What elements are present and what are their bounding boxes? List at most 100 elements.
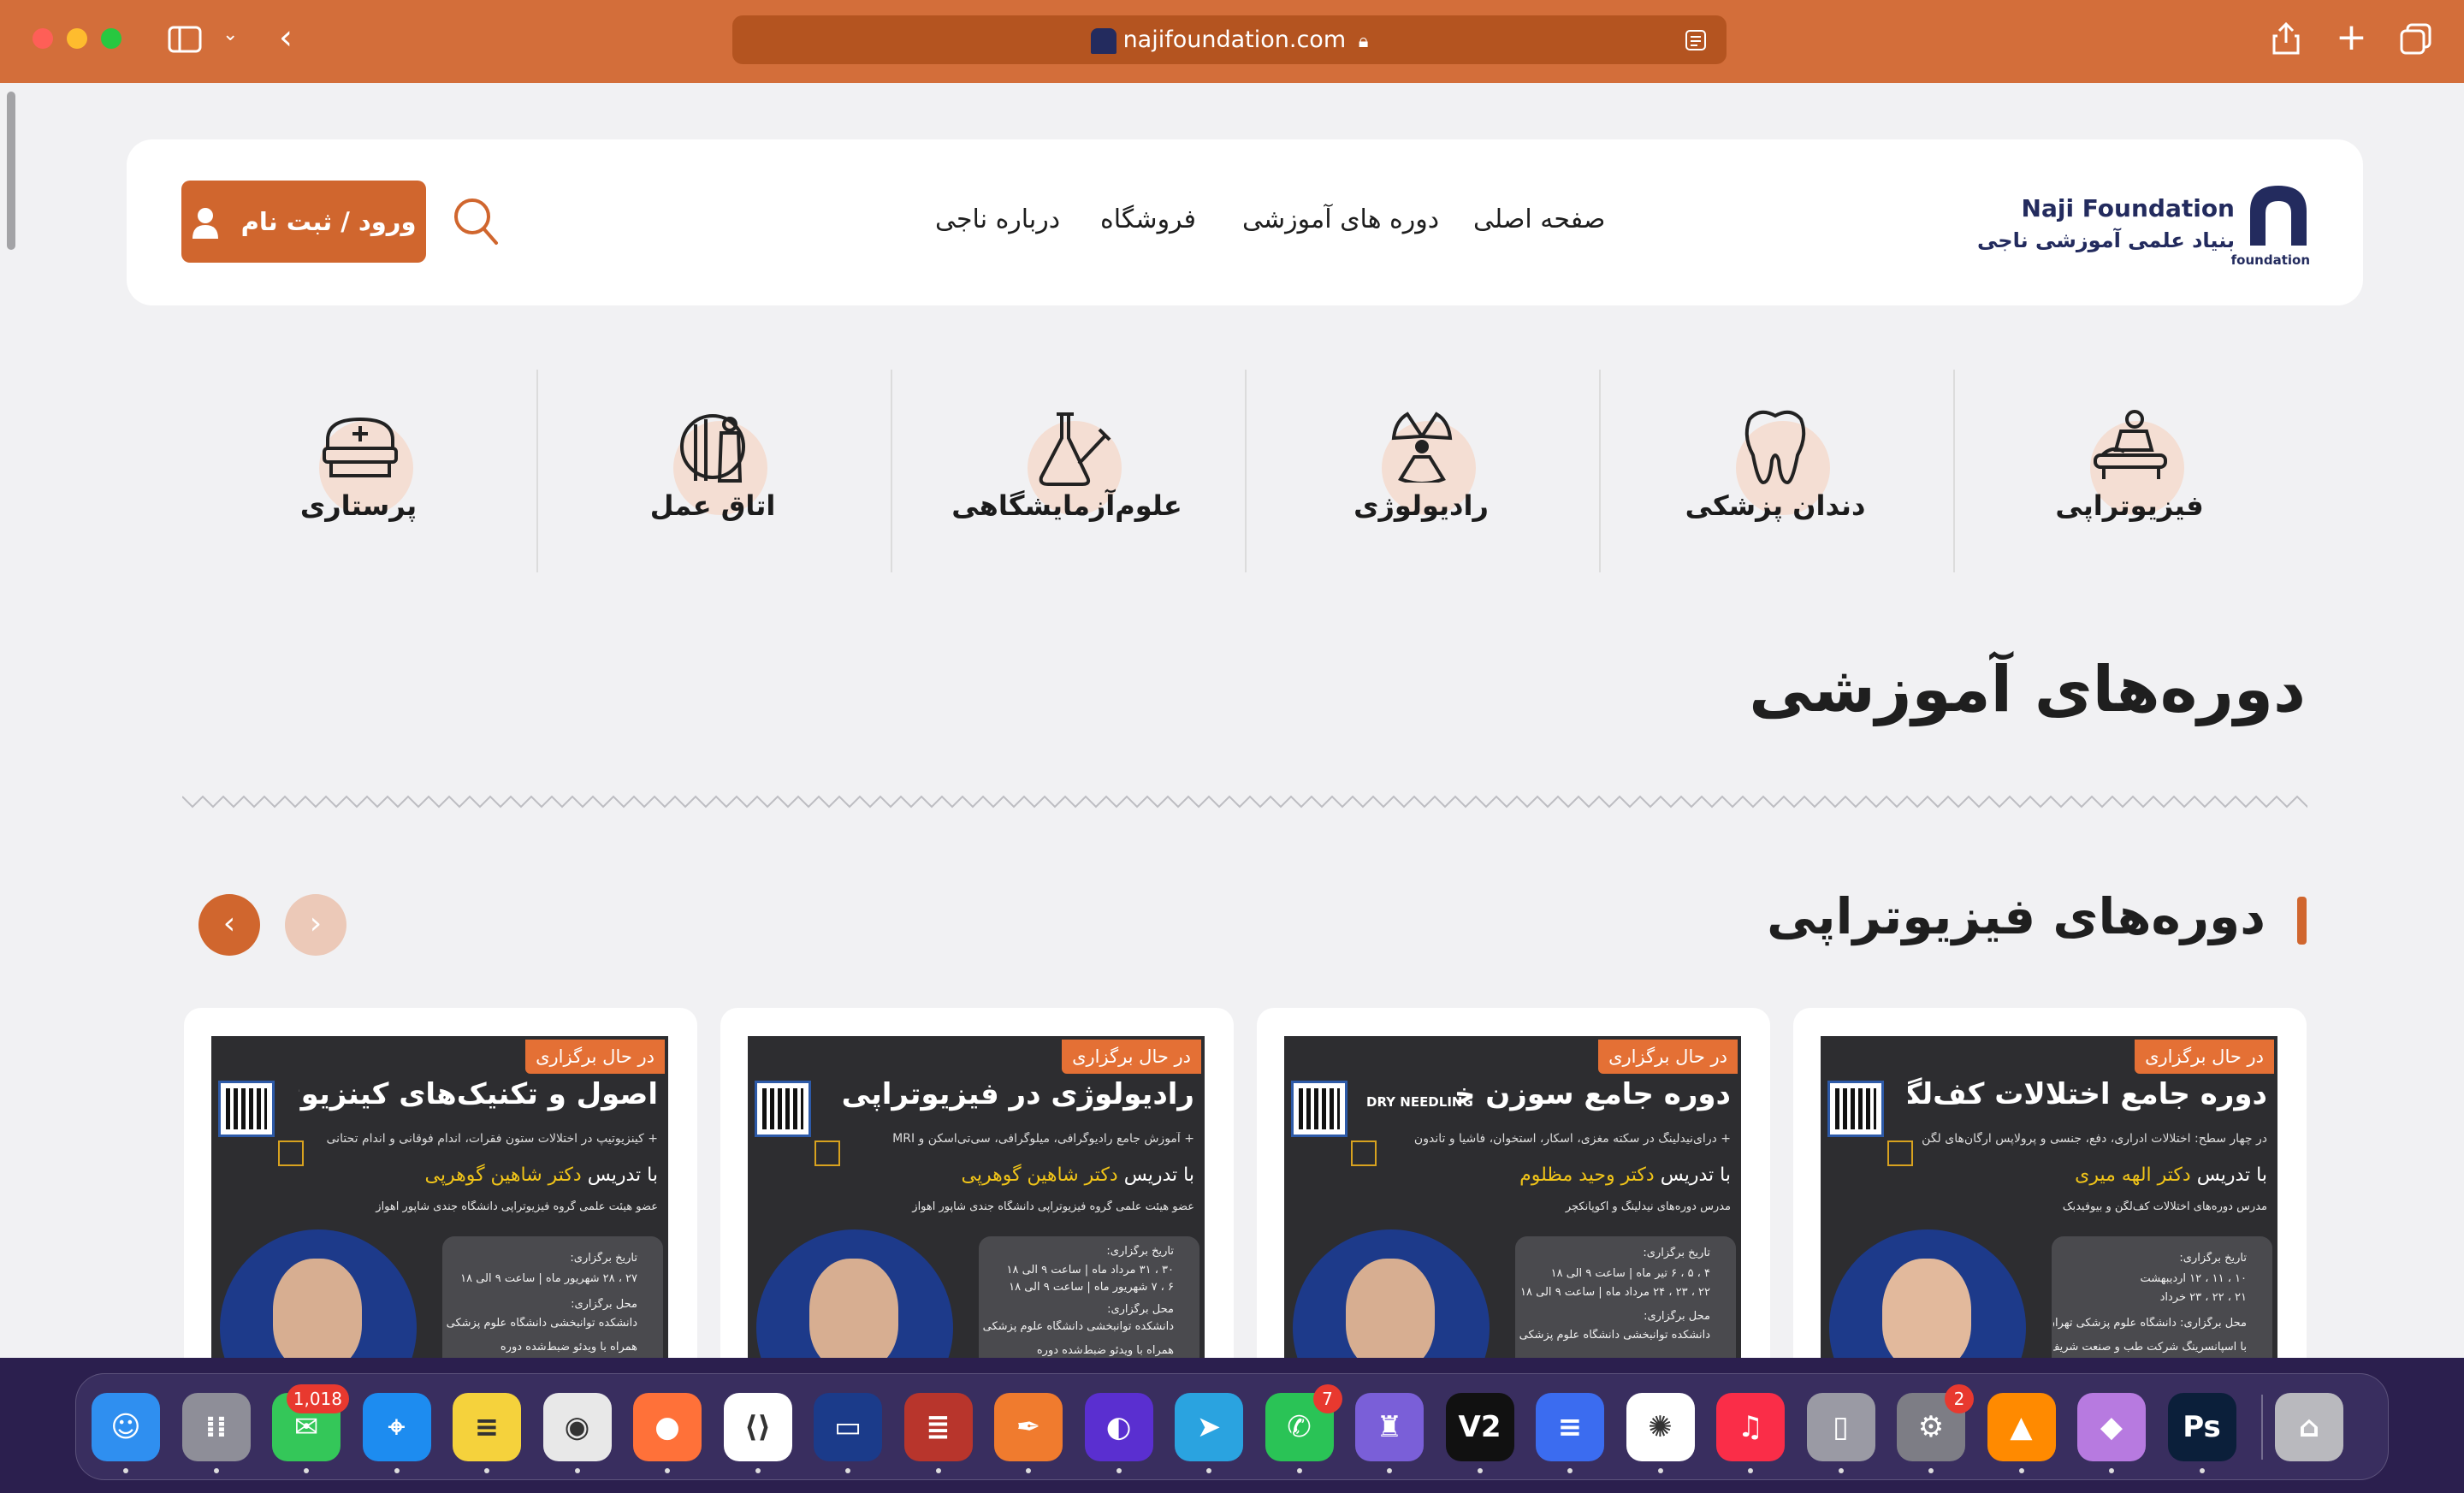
running-indicator xyxy=(123,1468,128,1473)
vpn-icon[interactable]: ♜ xyxy=(1355,1393,1424,1473)
firefox-glyph: ● xyxy=(654,1410,680,1444)
category-label: اتاق عمل xyxy=(649,489,776,522)
running-indicator xyxy=(394,1468,400,1473)
drop-app-icon[interactable]: ◆ xyxy=(2077,1393,2146,1473)
category-operating-room[interactable]: اتاق عمل xyxy=(536,370,889,572)
course-card[interactable]: در حال برگزاری دوره جامع اختلالات کف‌لگن… xyxy=(1793,1008,2307,1358)
info-line: با اسپانسرینگ شرکت طب و صنعت شریف xyxy=(2053,1341,2247,1354)
finder-icon[interactable]: ☺ xyxy=(92,1393,160,1473)
nav-courses[interactable]: دوره های آموزشی xyxy=(1242,204,1439,234)
running-indicator xyxy=(935,1468,941,1473)
info-line: تاریخ برگزاری: xyxy=(2179,1252,2247,1265)
info-line: همراه با ویدئو ضبط‌شده دوره xyxy=(500,1341,637,1354)
nav-home[interactable]: صفحه اصلی xyxy=(1473,204,1605,234)
brand-name-en: Naji Foundation xyxy=(2021,194,2235,222)
running-indicator xyxy=(1928,1468,1934,1473)
telegram-glyph: ➤ xyxy=(1196,1410,1222,1444)
tab-overview-icon[interactable] xyxy=(2399,22,2433,56)
nav-shop[interactable]: فروشگاه xyxy=(1100,204,1196,234)
info-line: تاریخ برگزاری: xyxy=(1106,1245,1174,1258)
iphone-mirroring-icon[interactable]: ▯ xyxy=(1806,1393,1875,1473)
carousel-next-button[interactable]: › xyxy=(285,894,346,956)
teacher-prefix: با تدریس xyxy=(2196,1164,2267,1186)
course-info-box: تاریخ برگزاری: ۴ ، ۵ ، ۶ تیر ماه | ساعت … xyxy=(1515,1236,1736,1358)
running-indicator xyxy=(2018,1468,2024,1473)
info-line: ۴ ، ۵ ، ۶ تیر ماه | ساعت ۹ الی ۱۸ xyxy=(1550,1267,1710,1280)
sidebar-toggle-icon[interactable] xyxy=(168,26,202,53)
category-laboratory[interactable]: علوم‌آزمایشگاهی xyxy=(891,370,1243,572)
teacher-photo xyxy=(756,1229,953,1358)
course-card[interactable]: در حال برگزاری رادیولوژی در فیزیوتراپی +… xyxy=(720,1008,1234,1358)
macos-dock: ☺ ⁞⁞ ✉ 1,018 ⌖ ≡ ◉ ● ⟨⟩ ▭ ≣ ✒ ◐ ➤ ✆ 7 ♜ V2 ≡ ✺ ♫ ▯ ⚙ 2 ▲ ◆ Ps ⌂ xyxy=(75,1373,2389,1480)
notes-icon[interactable]: ≡ xyxy=(453,1393,521,1473)
running-indicator xyxy=(2109,1468,2114,1473)
physiotherapy-icon xyxy=(2094,410,2167,479)
back-arrow-icon[interactable]: ‹ xyxy=(279,21,293,55)
nav-about[interactable]: درباره ناجی xyxy=(935,204,1060,234)
docs-icon[interactable]: ≡ xyxy=(1536,1393,1604,1473)
finder-glyph: ☺ xyxy=(110,1410,141,1444)
radiation-icon xyxy=(1391,412,1453,483)
running-indicator xyxy=(1026,1468,1031,1473)
category-dentistry[interactable]: دندان پزشکی xyxy=(1599,370,1952,572)
lock-icon: 🔒︎ xyxy=(1358,31,1369,52)
firefox-icon[interactable]: ● xyxy=(633,1393,702,1473)
category-radiology[interactable]: رادیولوژی xyxy=(1245,370,1597,572)
chatgpt-icon[interactable]: ✺ xyxy=(1626,1393,1695,1473)
close-window-button[interactable] xyxy=(33,28,53,49)
info-line: ۲۲ ، ۲۳ ، ۲۴ مرداد ماه | ساعت ۹ الی ۱۸ xyxy=(1520,1286,1710,1299)
category-nursing[interactable]: پرستاری xyxy=(182,370,535,572)
carousel-prev-button[interactable]: ‹ xyxy=(198,894,260,956)
eclipse-icon[interactable]: ◐ xyxy=(1084,1393,1153,1473)
new-tab-icon[interactable]: + xyxy=(2336,19,2367,56)
launchpad-icon[interactable]: ⁞⁞ xyxy=(181,1393,251,1473)
vscode-icon[interactable]: ⟨⟩ xyxy=(723,1393,792,1473)
qr-code-icon xyxy=(1291,1081,1348,1137)
teacher-affiliation: مدرس دوره‌های اختلالات کف‌لگن و بیوفیدبک xyxy=(2062,1200,2267,1213)
messages-icon[interactable]: ✉ 1,018 xyxy=(272,1384,349,1473)
info-line: ۶ ، ۷ شهریور ماه | ساعت ۹ الی ۱۸ xyxy=(1009,1281,1174,1294)
course-card[interactable]: در حال برگزاری اصول و تکنیک‌های کینزیوتی… xyxy=(184,1008,697,1358)
login-register-button[interactable]: ورود / ثبت نام xyxy=(181,181,426,263)
safari-glyph: ⌖ xyxy=(388,1410,406,1444)
teacher-photo xyxy=(1829,1229,2026,1358)
scrollbar-thumb[interactable] xyxy=(7,92,15,250)
search-icon[interactable] xyxy=(452,196,500,247)
pen-tool-glyph: ✒ xyxy=(1016,1410,1041,1444)
info-line: ۲۷ ، ۲۸ شهریور ماه | ساعت ۹ الی ۱۸ xyxy=(460,1272,637,1285)
pen-tool-icon[interactable]: ✒ xyxy=(994,1393,1063,1473)
app-dark-blue-icon[interactable]: ▭ xyxy=(814,1393,882,1473)
zigzag-divider xyxy=(182,795,2307,809)
zoom-window-button[interactable] xyxy=(101,28,121,49)
notification-badge: 2 xyxy=(1945,1384,1974,1413)
running-indicator xyxy=(304,1468,309,1473)
whatsapp-icon[interactable]: ✆ 7 xyxy=(1265,1384,1342,1473)
naji-logo-icon[interactable] xyxy=(2247,182,2310,259)
brand-name-fa: بنیاد علمی آموزشی ناجی xyxy=(1977,228,2235,252)
running-indicator xyxy=(1838,1468,1844,1473)
teacher-affiliation: مدرس دوره‌های نیدلینگ و آکوپانکچر xyxy=(1565,1200,1731,1213)
minimize-window-button[interactable] xyxy=(67,28,87,49)
vlc-icon[interactable]: ▲ xyxy=(1987,1393,2056,1473)
v2-icon[interactable]: V2 xyxy=(1445,1393,1514,1473)
address-bar[interactable]: najifoundation.com 🔒︎ xyxy=(732,15,1727,64)
database-icon[interactable]: ≣ xyxy=(903,1393,973,1473)
web-viewport: ورود / ثبت نام درباره ناجی فروشگاه دوره … xyxy=(0,83,2464,1358)
chrome-icon[interactable]: ◉ xyxy=(542,1393,612,1473)
reader-mode-icon[interactable] xyxy=(1684,28,1708,52)
music-icon[interactable]: ♫ xyxy=(1716,1393,1785,1473)
system-settings-icon[interactable]: ⚙ 2 xyxy=(1897,1384,1974,1473)
chevron-down-icon[interactable]: ⌄ xyxy=(222,26,238,44)
trash-icon[interactable]: ⌂ xyxy=(2275,1393,2343,1461)
teacher-affiliation: عضو هیئت علمی گروه فیزیوتراپی دانشگاه جن… xyxy=(912,1200,1194,1213)
category-physiotherapy[interactable]: فیزیوتراپی xyxy=(1953,370,2306,572)
course-card[interactable]: در حال برگزاری دوره جامع سوزن خشک DRY NE… xyxy=(1257,1008,1770,1358)
course-info-box: تاریخ برگزاری: ۲۷ ، ۲۸ شهریور ماه | ساعت… xyxy=(442,1236,663,1358)
telegram-icon[interactable]: ➤ xyxy=(1175,1393,1243,1473)
info-line: دانشکده توانبخشی دانشگاه علوم پزشکی تهرا… xyxy=(1517,1329,1710,1342)
safari-icon[interactable]: ⌖ xyxy=(362,1393,431,1473)
teacher-prefix: با تدریس xyxy=(1660,1164,1731,1186)
share-icon[interactable] xyxy=(2271,21,2301,56)
photoshop-icon[interactable]: Ps xyxy=(2167,1393,2236,1473)
section-title: دوره‌های آموزشی xyxy=(1749,653,2306,726)
